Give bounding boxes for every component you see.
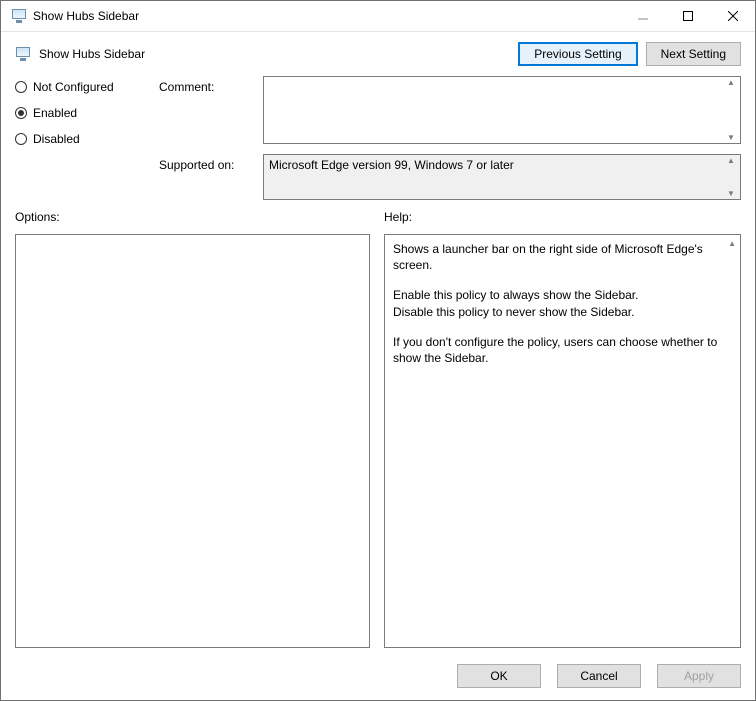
footer-buttons: OK Cancel Apply xyxy=(15,658,741,690)
supported-on-value: Microsoft Edge version 99, Windows 7 or … xyxy=(269,158,514,172)
scroll-down-icon[interactable]: ▼ xyxy=(723,189,739,198)
radio-label: Enabled xyxy=(33,106,77,120)
help-pane[interactable]: ▲ Shows a launcher bar on the right side… xyxy=(384,234,741,648)
close-button[interactable] xyxy=(710,1,755,31)
radio-label: Disabled xyxy=(33,132,80,146)
policy-icon xyxy=(15,46,31,62)
window-title: Show Hubs Sidebar xyxy=(33,9,139,23)
close-icon xyxy=(728,11,738,21)
comment-input[interactable]: ▲ ▼ xyxy=(263,76,741,144)
window-controls xyxy=(620,1,755,31)
help-text: If you don't configure the policy, users… xyxy=(393,334,720,366)
state-and-fields: Not Configured Enabled Disabled Comment:… xyxy=(15,76,741,200)
minimize-icon xyxy=(638,14,648,24)
radio-not-configured[interactable]: Not Configured xyxy=(15,80,155,94)
cancel-button[interactable]: Cancel xyxy=(557,664,641,688)
supported-on-field: Microsoft Edge version 99, Windows 7 or … xyxy=(263,154,741,200)
radio-label: Not Configured xyxy=(33,80,114,94)
titlebar: Show Hubs Sidebar xyxy=(1,1,755,32)
maximize-icon xyxy=(683,11,693,21)
help-text: Enable this policy to always show the Si… xyxy=(393,287,720,319)
radio-icon xyxy=(15,133,27,145)
section-labels: Options: Help: xyxy=(15,210,741,224)
previous-setting-button[interactable]: Previous Setting xyxy=(518,42,637,66)
dialog-window: Show Hubs Sidebar Show Hubs Sidebar Prev… xyxy=(0,0,756,701)
policy-title: Show Hubs Sidebar xyxy=(39,47,145,61)
help-label: Help: xyxy=(384,210,741,224)
help-text: Shows a launcher bar on the right side o… xyxy=(393,241,720,273)
comment-label: Comment: xyxy=(159,76,259,94)
options-pane[interactable] xyxy=(15,234,370,648)
supported-on-label: Supported on: xyxy=(159,154,259,172)
radio-icon xyxy=(15,81,27,93)
apply-button[interactable]: Apply xyxy=(657,664,741,688)
scroll-up-icon[interactable]: ▲ xyxy=(728,239,736,250)
minimize-button[interactable] xyxy=(620,1,665,31)
scroll-up-icon[interactable]: ▲ xyxy=(723,156,739,165)
radio-disabled[interactable]: Disabled xyxy=(15,132,155,146)
next-setting-button[interactable]: Next Setting xyxy=(646,42,741,66)
panes: ▲ Shows a launcher bar on the right side… xyxy=(15,234,741,648)
radio-icon xyxy=(15,107,27,119)
state-radio-group: Not Configured Enabled Disabled xyxy=(15,76,155,146)
options-label: Options: xyxy=(15,210,370,224)
maximize-button[interactable] xyxy=(665,1,710,31)
header-row: Show Hubs Sidebar Previous Setting Next … xyxy=(15,42,741,66)
app-icon xyxy=(11,8,27,24)
radio-enabled[interactable]: Enabled xyxy=(15,106,155,120)
ok-button[interactable]: OK xyxy=(457,664,541,688)
policy-title-group: Show Hubs Sidebar xyxy=(15,46,145,62)
scroll-down-icon[interactable]: ▼ xyxy=(723,133,739,142)
scroll-up-icon[interactable]: ▲ xyxy=(723,78,739,87)
client-area: Show Hubs Sidebar Previous Setting Next … xyxy=(1,32,755,700)
